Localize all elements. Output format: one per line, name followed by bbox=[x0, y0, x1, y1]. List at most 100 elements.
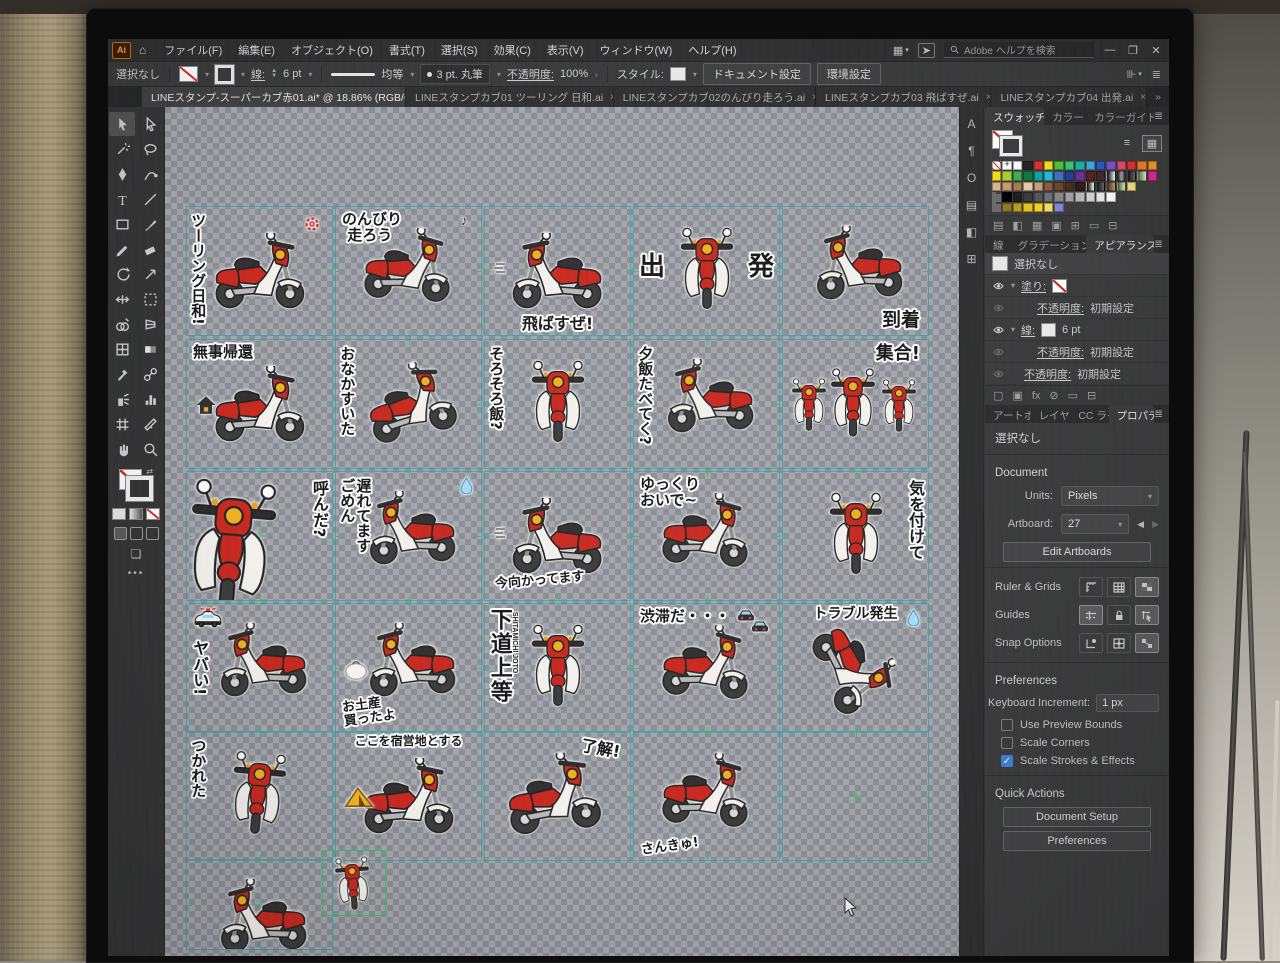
document-setup-button[interactable]: ドキュメント設定 bbox=[703, 63, 811, 85]
tab-overflow-icon[interactable]: » bbox=[1147, 87, 1169, 107]
swatch[interactable] bbox=[992, 161, 1001, 170]
motorcycle-art[interactable] bbox=[658, 355, 762, 438]
tab-swatches-カラーガイド[interactable]: カラーガイド bbox=[1086, 107, 1154, 125]
tab-close-icon[interactable]: × bbox=[1140, 92, 1146, 103]
appearance-stroke-row[interactable]: ▾ 線: 6 pt bbox=[985, 319, 1169, 341]
swatch[interactable] bbox=[1034, 203, 1043, 212]
swatch[interactable] bbox=[1065, 171, 1074, 180]
opacity-value[interactable]: 100% bbox=[560, 68, 588, 80]
tool-zoom[interactable] bbox=[137, 437, 163, 461]
appearance-fill-opacity-row[interactable]: 不透明度: 初期設定 bbox=[985, 297, 1169, 319]
checkbox-icon[interactable]: ✓ bbox=[1001, 755, 1013, 767]
swatch[interactable] bbox=[1127, 161, 1136, 170]
swatch[interactable] bbox=[1137, 161, 1146, 170]
tool-line-segment[interactable] bbox=[137, 187, 163, 211]
links-panel-icon[interactable]: ⊞ bbox=[966, 252, 976, 266]
motorcycle-art[interactable] bbox=[207, 233, 312, 313]
stroke-white-thumb[interactable] bbox=[1041, 323, 1056, 337]
swatch[interactable] bbox=[1106, 182, 1115, 191]
help-search-input[interactable]: Adobe ヘルプを検索 bbox=[944, 42, 1094, 58]
swatch[interactable] bbox=[1096, 171, 1105, 180]
artboard-dropdown[interactable]: 27▾ bbox=[1061, 514, 1129, 534]
swatch[interactable] bbox=[1075, 182, 1084, 191]
document-tab[interactable]: LINEスタンプカブ03 飛ばすぜ.ai× bbox=[816, 87, 991, 107]
swatch[interactable] bbox=[1044, 171, 1053, 180]
swatch[interactable] bbox=[1137, 171, 1146, 180]
swatch[interactable] bbox=[1054, 171, 1063, 180]
tool-mesh[interactable] bbox=[109, 337, 135, 361]
tool-direct-selection[interactable] bbox=[137, 112, 163, 136]
tool-rectangle[interactable] bbox=[109, 212, 135, 236]
swatch[interactable] bbox=[1002, 192, 1011, 201]
swatch[interactable] bbox=[1086, 161, 1095, 170]
close-button[interactable]: ✕ bbox=[1149, 44, 1163, 57]
swatch[interactable] bbox=[1034, 171, 1043, 180]
appearance-footer-icon-5[interactable]: ⊟ bbox=[1087, 389, 1096, 402]
draw-inside-button[interactable] bbox=[146, 527, 159, 540]
stroke-weight-stepper[interactable]: ▲▼ bbox=[271, 69, 277, 79]
tab-properties-CC ライ[interactable]: CC ライ bbox=[1070, 405, 1108, 423]
swatch-folder-icon[interactable] bbox=[992, 204, 1001, 212]
motorcycle-art[interactable] bbox=[360, 619, 464, 702]
swatch[interactable] bbox=[1086, 171, 1095, 180]
none-mode-button[interactable] bbox=[146, 508, 160, 520]
tab-appearance-グラデーション[interactable]: グラデーション bbox=[1010, 235, 1087, 253]
tool-slice[interactable] bbox=[137, 412, 163, 436]
swap-fill-stroke-icon[interactable]: ⇄ bbox=[146, 467, 153, 476]
stroke-swatch[interactable] bbox=[1000, 136, 1022, 156]
grid-view-icon[interactable]: ▦ bbox=[1142, 135, 1162, 152]
swatch[interactable] bbox=[1148, 171, 1157, 180]
illustrator-logo[interactable]: Ai bbox=[112, 42, 131, 59]
lock-guides-icon[interactable] bbox=[1107, 605, 1131, 625]
sticker-artboard[interactable]: おなかすいた bbox=[335, 339, 482, 469]
swatch[interactable] bbox=[1044, 161, 1053, 170]
motorcycle-art[interactable] bbox=[331, 854, 375, 915]
draw-normal-button[interactable] bbox=[114, 527, 127, 540]
snap-pixel-icon[interactable] bbox=[1135, 633, 1159, 653]
motorcycle-art[interactable] bbox=[505, 233, 610, 313]
swatch[interactable] bbox=[1075, 192, 1084, 201]
screen-mode-button[interactable]: ❏ bbox=[131, 547, 142, 561]
tool-symbol-sprayer[interactable] bbox=[109, 387, 135, 411]
sticker-artboard[interactable]: 呼んだ? bbox=[186, 471, 333, 601]
swatches-footer-icon-1[interactable]: ◧ bbox=[1012, 219, 1022, 232]
units-dropdown[interactable]: Pixels▾ bbox=[1061, 486, 1159, 506]
swatch[interactable] bbox=[1054, 161, 1063, 170]
sticker-artboard[interactable] bbox=[782, 731, 929, 861]
motorcycle-art[interactable] bbox=[360, 487, 464, 570]
swatches-footer-icon-2[interactable]: ▦ bbox=[1032, 219, 1042, 232]
tab-appearance-線[interactable]: 線 bbox=[985, 235, 1010, 253]
tool-eyedropper[interactable] bbox=[109, 362, 135, 386]
tool-type[interactable]: T bbox=[109, 187, 135, 211]
swatch[interactable] bbox=[1023, 161, 1032, 170]
swatch[interactable] bbox=[1054, 203, 1063, 212]
tool-hand[interactable] bbox=[109, 437, 135, 461]
sticker-artboard[interactable]: 下道上等SHITAMICHI JOTO bbox=[484, 603, 631, 733]
motorcycle-art[interactable] bbox=[879, 378, 919, 434]
swatch[interactable] bbox=[1127, 182, 1136, 191]
sticker-artboard[interactable] bbox=[186, 859, 333, 950]
workspace-switcher-icon[interactable]: ▦ ▾ bbox=[893, 44, 909, 57]
draw-behind-button[interactable] bbox=[130, 527, 143, 540]
character-panel-icon[interactable]: A bbox=[967, 117, 975, 131]
swatch[interactable] bbox=[1148, 161, 1157, 170]
list-view-icon[interactable]: ≡ bbox=[1117, 135, 1137, 152]
swatch[interactable] bbox=[1034, 182, 1043, 191]
swatch[interactable] bbox=[1034, 192, 1043, 201]
sticker-artboard[interactable]: ゆっくり おいで~ bbox=[633, 471, 780, 601]
swatch[interactable] bbox=[992, 182, 1001, 191]
swatch[interactable] bbox=[1044, 182, 1053, 191]
sticker-artboard[interactable]: さんきゅ! bbox=[633, 731, 780, 861]
sticker-artboard[interactable]: 出発 bbox=[633, 206, 780, 336]
motorcycle-art[interactable] bbox=[827, 364, 879, 442]
color-mode-button[interactable] bbox=[112, 508, 126, 520]
appearance-footer-icon-0[interactable]: ▢ bbox=[993, 389, 1003, 402]
document-tab[interactable]: LINEスタンプカブ04 出発.ai× bbox=[991, 87, 1147, 107]
swatch[interactable] bbox=[1054, 192, 1063, 201]
motorcycle-art[interactable] bbox=[807, 222, 911, 305]
swatch[interactable] bbox=[1002, 161, 1011, 170]
tool-gradient[interactable] bbox=[137, 337, 163, 361]
touch-workspace-icon[interactable]: ➤ bbox=[918, 43, 935, 58]
swatch[interactable] bbox=[1117, 182, 1126, 191]
keyboard-increment-input[interactable]: 1 px bbox=[1096, 694, 1159, 712]
